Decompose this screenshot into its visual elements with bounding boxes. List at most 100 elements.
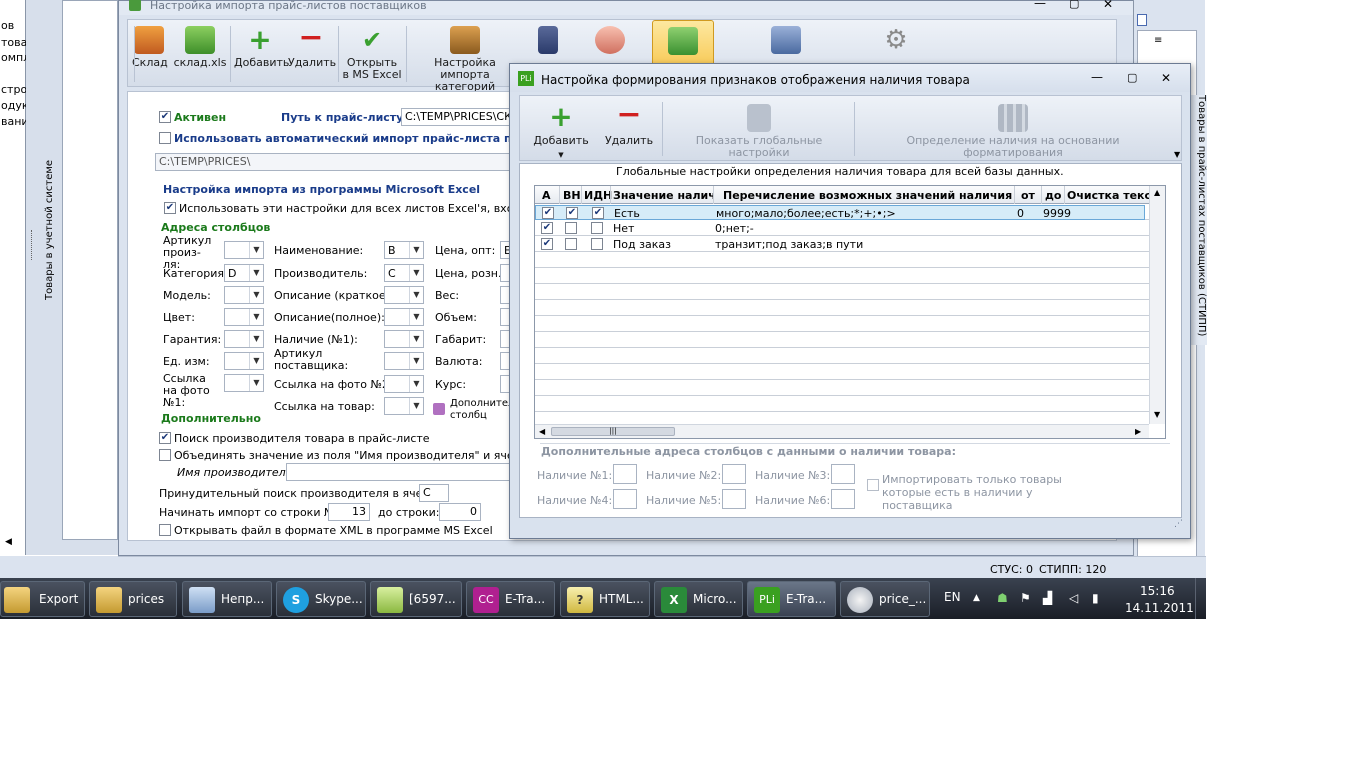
col-header-a[interactable]: А (542, 189, 551, 202)
manufacturer-name-input[interactable] (286, 463, 521, 481)
extra-field-5[interactable] (722, 489, 746, 509)
taskbar-item-unread[interactable]: Непр... (182, 581, 272, 617)
vertical-tab-supplier-prices[interactable]: Товары в прайс-листах поставщиков (СТИПП… (1191, 95, 1207, 345)
format-based-button[interactable]: Определение наличия на основании формати… (858, 104, 1168, 159)
search-manufacturer-checkbox[interactable]: ✔ (159, 432, 171, 444)
taskbar-item-etrade-2[interactable]: PLi E-Tra... (747, 581, 836, 617)
auto-import-path[interactable]: C:\TEMP\PRICES\ (155, 153, 521, 171)
price-path-input[interactable]: C:\TEMP\PRICES\СКЛ (401, 108, 521, 126)
table-row[interactable]: ✔ Под заказ транзит;под заказ;в пути (535, 237, 1145, 252)
minimize-icon[interactable]: — (1034, 0, 1046, 10)
taskbar-item-export[interactable]: Export (0, 581, 85, 617)
add-button[interactable]: + Добавить (234, 26, 289, 69)
auto-import-checkbox[interactable] (159, 132, 171, 144)
merge-checkbox[interactable] (159, 449, 171, 461)
combo-model[interactable]: ▼ (224, 286, 264, 304)
forced-search-input[interactable]: C (419, 484, 449, 502)
extra-field-6[interactable] (831, 489, 855, 509)
settings-button[interactable]: ⚙ (868, 26, 924, 57)
delete-button[interactable]: − Удалить (288, 23, 336, 69)
extra-field-2[interactable] (722, 464, 746, 484)
grid-horizontal-scrollbar[interactable]: ◀ ||| ▶ (535, 424, 1149, 438)
col-header-vn[interactable]: ВН (563, 189, 581, 202)
toolbar-button-warehouse[interactable]: Склад (132, 26, 168, 69)
combo-category[interactable]: D ▼ (224, 264, 264, 282)
combo-manufacturer[interactable]: C ▼ (384, 264, 424, 282)
combo-supplier-article[interactable]: ▼ (384, 352, 424, 370)
combo-photo1[interactable]: ▼ (224, 374, 264, 392)
close-icon[interactable]: ✕ (1161, 71, 1171, 85)
clock-time[interactable]: 15:16 (1140, 584, 1175, 598)
col-header-to[interactable]: до (1045, 189, 1061, 202)
extra-field-1[interactable] (613, 464, 637, 484)
extra-field-4[interactable] (613, 489, 637, 509)
col-header-values-list[interactable]: Перечисление возможных значений наличия (723, 189, 1012, 202)
row-a-checkbox[interactable]: ✔ (542, 207, 554, 219)
laptop-button[interactable] (758, 26, 814, 57)
show-global-settings-button[interactable]: Показать глобальные настройки (666, 104, 852, 159)
extra-field-3[interactable] (831, 464, 855, 484)
start-row-input[interactable]: 13 (328, 503, 370, 521)
vertical-tab-accounting[interactable]: Товары в учетной системе (44, 150, 60, 305)
language-indicator[interactable]: EN (944, 590, 961, 604)
scroll-left-arrow[interactable]: ◀ (539, 427, 545, 436)
open-excel-button[interactable]: ✔ Открыть в MS Excel (342, 26, 402, 81)
flag-icon[interactable]: ⚑ (1020, 591, 1031, 605)
import-only-available-checkbox[interactable] (867, 479, 879, 491)
maximize-icon[interactable]: ▢ (1127, 71, 1137, 84)
combo-warranty[interactable]: ▼ (224, 330, 264, 348)
minimize-icon[interactable]: — (1091, 70, 1103, 84)
close-icon[interactable]: ✕ (1103, 0, 1113, 11)
dialog-add-button[interactable]: + Добавить ▼ (530, 103, 592, 161)
taskbar-item-excel[interactable]: X Micro... (654, 581, 743, 617)
combo-product-link[interactable]: ▼ (384, 397, 424, 415)
combo-color[interactable]: ▼ (224, 308, 264, 326)
combo-short-desc[interactable]: ▼ (384, 286, 424, 304)
col-header-value[interactable]: Значение налич (613, 189, 713, 202)
horizontal-scroll-thumb[interactable]: ||| (551, 427, 675, 436)
row-a-checkbox[interactable]: ✔ (541, 222, 553, 234)
taskbar-item-6597[interactable]: [6597... (370, 581, 462, 617)
table-row[interactable]: ✔ Нет 0;нет;- (535, 221, 1145, 236)
combo-availability1[interactable]: ▼ (384, 330, 424, 348)
show-desktop-button[interactable] (1195, 578, 1206, 619)
scroll-down-arrow[interactable]: ▼ (1154, 410, 1160, 419)
category-import-button[interactable]: Настройка импорта категорий (410, 26, 520, 93)
volume-icon[interactable]: ◁ (1069, 591, 1078, 605)
clock-date[interactable]: 14.11.2011 (1125, 601, 1194, 615)
feather-button[interactable] (526, 26, 570, 57)
battery-icon[interactable]: ▮ (1092, 591, 1099, 605)
combo-name[interactable]: B ▼ (384, 241, 424, 259)
row-vn-checkbox[interactable] (565, 222, 577, 234)
col-header-clear-text[interactable]: Очистка текс (1067, 189, 1151, 202)
use-all-sheets-checkbox[interactable]: ✔ (164, 202, 176, 214)
to-row-input[interactable]: 0 (439, 503, 481, 521)
dialog-remove-button[interactable]: − Удалить (604, 100, 654, 147)
row-idn-checkbox[interactable] (591, 222, 603, 234)
scroll-up-arrow[interactable]: ▲ (1154, 188, 1160, 197)
combo-unit[interactable]: ▼ (224, 352, 264, 370)
taskbar-item-skype[interactable]: S Skype... (276, 581, 366, 617)
row-vn-checkbox[interactable] (565, 238, 577, 250)
row-vn-checkbox[interactable]: ✔ (566, 207, 578, 219)
col-header-from[interactable]: от (1021, 189, 1035, 202)
combo-full-desc[interactable]: ▼ (384, 308, 424, 326)
row-a-checkbox[interactable]: ✔ (541, 238, 553, 250)
toolbar-button-warehouse-xls[interactable]: склад.xls (172, 26, 228, 69)
col-header-idn[interactable]: ИДН (584, 189, 612, 202)
piggy-bank-button[interactable] (582, 26, 638, 57)
taskbar-item-prices[interactable]: prices (89, 581, 177, 617)
taskbar-item-html[interactable]: ? HTML... (560, 581, 650, 617)
row-idn-checkbox[interactable] (591, 238, 603, 250)
combo-article-manufacturer[interactable]: ▼ (224, 241, 264, 259)
resize-grip-icon[interactable]: ⋰ (1174, 519, 1183, 529)
tray-app-icon[interactable]: ☗ (997, 591, 1008, 605)
maximize-icon[interactable]: ▢ (1069, 0, 1079, 10)
grid-vertical-scrollbar[interactable]: ▲ ▼ (1149, 186, 1165, 424)
tray-expand-icon[interactable]: ▲ (973, 593, 980, 603)
row-idn-checkbox[interactable]: ✔ (592, 207, 604, 219)
taskbar-item-etrade-1[interactable]: CC E-Tra... (466, 581, 555, 617)
scroll-left-arrow[interactable]: ◀ (5, 537, 12, 547)
active-checkbox[interactable]: ✔ (159, 111, 171, 123)
xml-checkbox[interactable] (159, 524, 171, 536)
